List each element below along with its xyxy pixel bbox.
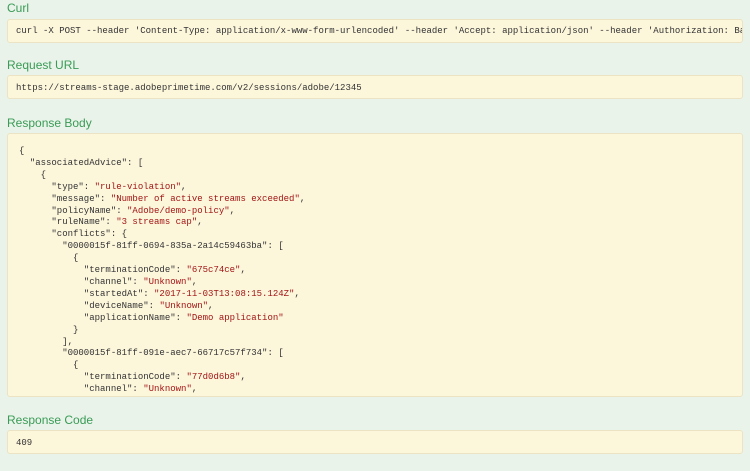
code-token: ,	[191, 276, 198, 287]
code-line: {	[19, 170, 305, 182]
code-token: "ruleName":	[19, 217, 117, 228]
code-string: "Demo application"	[186, 312, 284, 323]
code-string: "77d0d6b8"	[186, 372, 241, 383]
code-line: "deviceName": "Unknown",	[19, 301, 305, 313]
response-code-title: Response Code	[7, 413, 94, 427]
curl-title: Curl	[7, 1, 30, 15]
code-token: "channel":	[19, 384, 144, 395]
request-url-box[interactable]: https://streams-stage.adobeprimetime.com…	[7, 75, 743, 99]
code-line: {	[19, 253, 305, 265]
code-line: "conflicts": {	[19, 229, 305, 241]
code-line: "policyName": "Adobe/demo-policy",	[19, 206, 305, 218]
code-line: "0000015f-81ff-0694-835a-2a14c59463ba": …	[19, 241, 305, 253]
code-token: ,	[229, 205, 236, 216]
curl-command-box[interactable]: curl -X POST --header 'Content-Type: app…	[7, 19, 743, 43]
code-line: "startedAt": "2017-11-03T13:08:15.124Z",	[19, 289, 305, 301]
code-string: "Unknown"	[143, 276, 192, 287]
curl-command-text[interactable]: curl -X POST --header 'Content-Type: app…	[16, 26, 742, 36]
code-string: "Adobe/demo-policy"	[127, 205, 230, 216]
code-line: "message": "Number of active streams exc…	[19, 194, 305, 206]
code-token: "channel":	[19, 276, 144, 287]
code-token: "policyName":	[19, 205, 128, 216]
request-url-text[interactable]: https://streams-stage.adobeprimetime.com…	[16, 83, 362, 93]
code-token: ,	[208, 300, 214, 311]
code-token: "0000015f-81ff-091e-aec7-66717c57f734": …	[19, 348, 284, 359]
code-token: {	[19, 360, 79, 371]
code-line: "applicationName": "Demo application"	[19, 313, 305, 325]
code-token: "startedAt":	[19, 288, 155, 299]
code-token: "type":	[19, 181, 95, 192]
code-token: ,	[197, 217, 203, 228]
code-token: }	[19, 324, 79, 335]
code-token: "deviceName":	[19, 300, 160, 311]
response-code-box[interactable]: 409	[7, 430, 743, 454]
code-line: "channel": "Unknown",	[19, 384, 305, 396]
code-token: {	[19, 146, 25, 156]
code-token: "associatedAdvice": [	[19, 157, 144, 168]
code-line: "channel": "Unknown",	[19, 277, 305, 289]
code-token: "0000015f-81ff-0694-835a-2a14c59463ba": …	[19, 241, 284, 252]
code-string: "3 streams cap"	[116, 217, 198, 228]
code-line: {	[19, 360, 305, 372]
code-token: ,	[240, 372, 246, 383]
code-token: ,	[294, 288, 300, 299]
code-token: "applicationName":	[19, 312, 187, 323]
code-line: "type": "rule-violation",	[19, 182, 305, 194]
code-token: ,	[181, 181, 187, 192]
code-line: "terminationCode": "77d0d6b8",	[19, 372, 305, 384]
code-line: "0000015f-81ff-091e-aec7-66717c57f734": …	[19, 348, 305, 360]
code-token: ,	[191, 384, 198, 395]
code-line: }	[19, 325, 305, 337]
code-string: "Unknown"	[159, 300, 209, 311]
code-token: {	[19, 253, 79, 264]
code-token: "terminationCode":	[19, 372, 187, 383]
code-token: {	[19, 169, 47, 180]
code-string: "Unknown"	[143, 384, 192, 395]
code-string: "2017-11-03T13:08:15.124Z"	[154, 288, 295, 299]
code-line: {	[19, 146, 305, 158]
code-string: "Number of active streams exceeded"	[110, 193, 300, 204]
request-url-title: Request URL	[7, 58, 80, 72]
code-string: "rule-violation"	[94, 181, 182, 192]
code-token: ,	[299, 193, 306, 204]
response-body-code[interactable]: { "associatedAdvice": [ { "type": "rule-…	[19, 146, 305, 396]
response-body-box[interactable]: { "associatedAdvice": [ { "type": "rule-…	[7, 133, 743, 397]
code-token: "message":	[19, 193, 111, 204]
code-token: "conflicts": {	[19, 229, 128, 240]
response-body-title: Response Body	[7, 116, 92, 130]
code-line: "ruleName": "3 streams cap",	[19, 217, 305, 229]
code-line: "associatedAdvice": [	[19, 158, 305, 170]
code-line: "terminationCode": "675c74ce",	[19, 265, 305, 277]
code-token: ,	[240, 265, 246, 276]
code-token: "terminationCode":	[19, 265, 187, 276]
code-line: ],	[19, 337, 305, 349]
response-code-value[interactable]: 409	[16, 438, 32, 448]
code-token: ],	[19, 336, 74, 347]
code-string: "675c74ce"	[186, 265, 241, 276]
